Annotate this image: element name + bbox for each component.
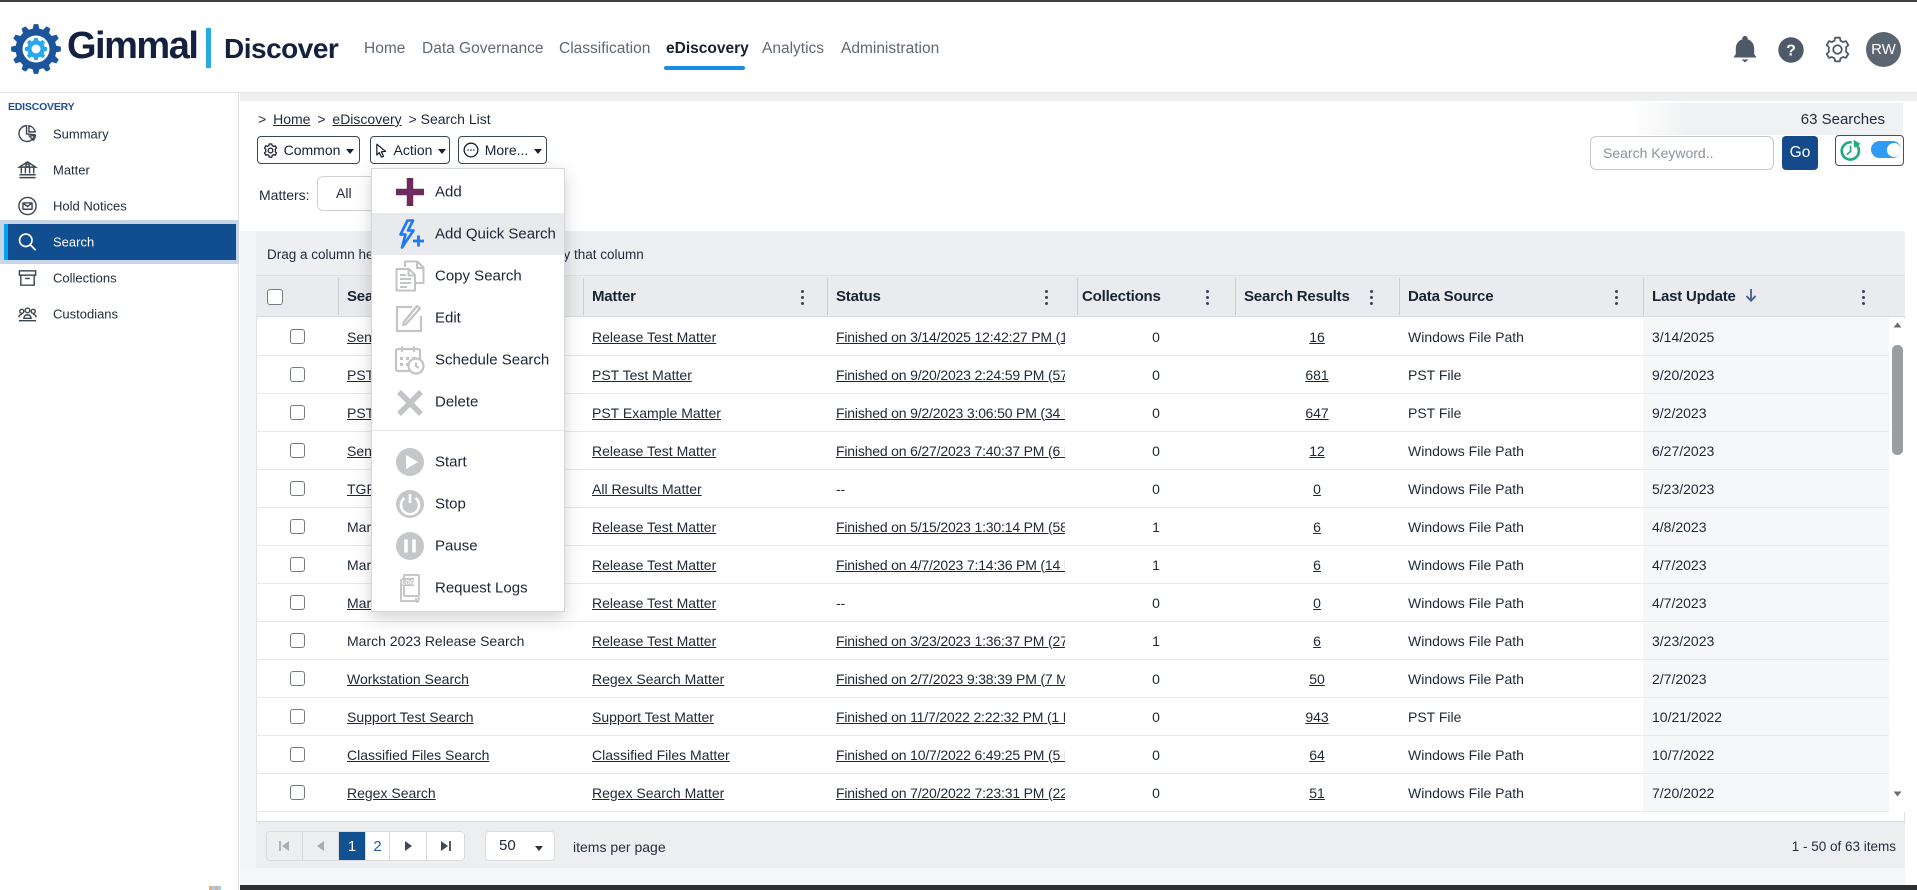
svg-text:LOG: LOG — [402, 581, 415, 587]
svg-text:?: ? — [1786, 43, 1796, 60]
